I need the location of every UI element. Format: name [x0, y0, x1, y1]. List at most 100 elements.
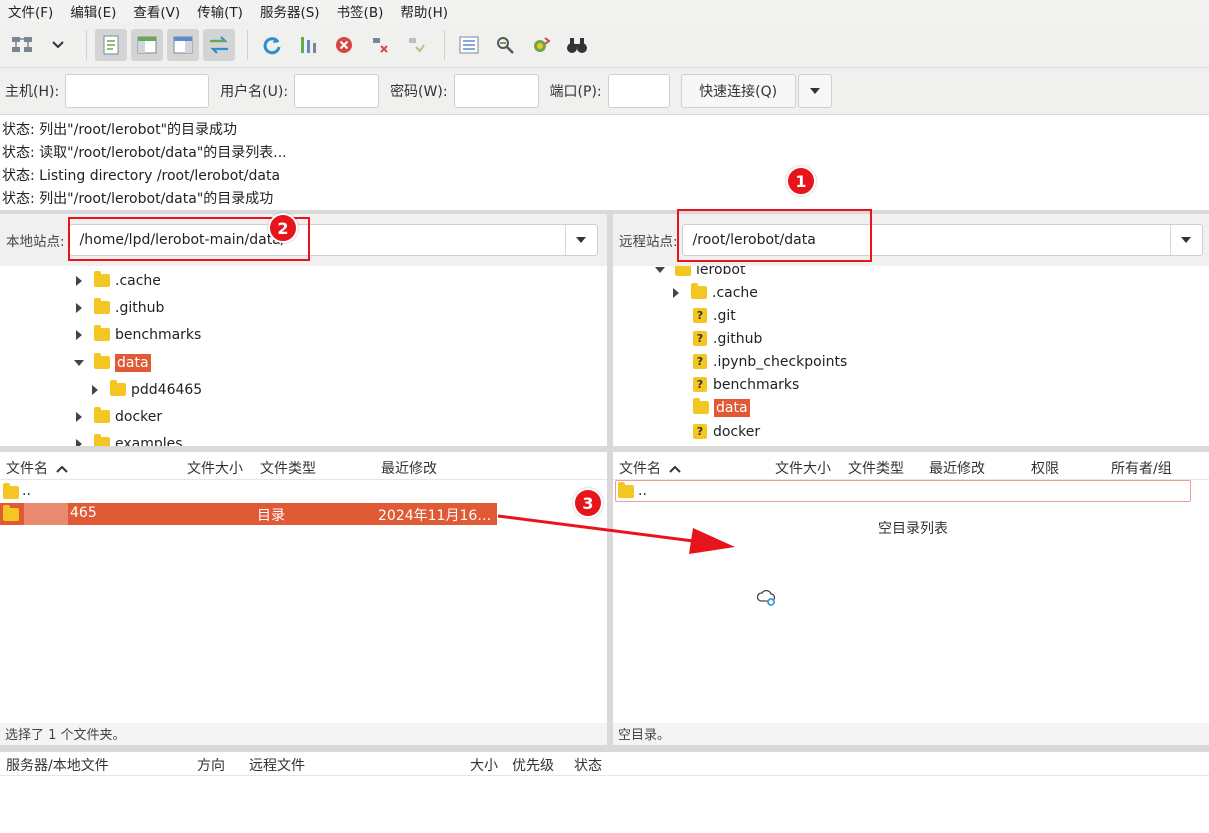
unknown-folder-icon: ? — [693, 354, 707, 369]
column-server-local-file[interactable]: 服务器/本地文件 — [6, 755, 109, 775]
remote-directory-tree[interactable]: lerobot .cache ? .git ? .github ? .ipynb… — [613, 266, 1209, 446]
port-label: 端口(P): — [549, 84, 602, 100]
remote-tree-item[interactable]: ? docker — [693, 420, 760, 443]
column-filename[interactable]: 文件名 — [6, 458, 69, 478]
expand-arrow-icon[interactable] — [72, 301, 86, 315]
column-size[interactable]: 大小 — [470, 755, 498, 775]
local-tree-item[interactable]: .github — [72, 296, 164, 319]
column-filesize[interactable]: 文件大小 — [187, 458, 243, 478]
local-tree-item[interactable]: benchmarks — [72, 323, 201, 346]
remote-tree-item[interactable]: ? .ipynb_checkpoints — [693, 350, 847, 373]
column-filetype[interactable]: 文件类型 — [848, 458, 904, 478]
directory-filter-button[interactable] — [453, 29, 485, 61]
local-path-dropdown[interactable] — [564, 225, 597, 255]
file-modified: 2024年11月16… — [378, 508, 492, 524]
column-permissions[interactable]: 权限 — [1031, 458, 1059, 478]
column-priority[interactable]: 优先级 — [512, 755, 554, 775]
expand-arrow-icon[interactable] — [88, 383, 102, 397]
remote-tree-item[interactable]: .cache — [669, 281, 758, 304]
menu-file[interactable]: 文件(F) — [0, 1, 62, 21]
compare-directories-button[interactable] — [489, 29, 521, 61]
expand-arrow-icon[interactable] — [72, 274, 86, 288]
remote-path-dropdown[interactable] — [1169, 225, 1202, 255]
column-status[interactable]: 状态 — [574, 755, 602, 775]
quickconnect-button[interactable]: 快速连接(Q) — [680, 74, 796, 108]
tree-item-label: .cache — [115, 272, 161, 289]
remote-tree-item[interactable]: ? benchmarks — [693, 373, 799, 396]
username-input[interactable] — [294, 74, 380, 108]
filter-icon — [459, 36, 479, 53]
menu-bookmarks[interactable]: 书签(B) — [329, 1, 393, 21]
menu-server[interactable]: 服务器(S) — [252, 1, 329, 21]
message-log[interactable]: 状态: 列出"/root/lerobot"的目录成功 状态: 读取"/root/… — [0, 114, 1209, 210]
toggle-log-button[interactable] — [95, 28, 127, 61]
unknown-folder-icon: ? — [693, 377, 707, 392]
toggle-local-tree-button[interactable] — [131, 28, 163, 61]
local-tree-item[interactable]: examples — [72, 432, 183, 446]
folder-icon — [618, 482, 634, 498]
menu-help[interactable]: 帮助(H) — [392, 1, 457, 21]
username-label: 用户名(U): — [220, 84, 289, 100]
expand-arrow-icon[interactable] — [72, 328, 86, 342]
annotation-highlight-remote-path — [677, 209, 872, 262]
file-name: .. — [22, 483, 31, 499]
unknown-folder-icon: ? — [693, 424, 707, 439]
site-manager-button[interactable] — [6, 29, 38, 61]
quickconnect-history-dropdown[interactable] — [797, 74, 832, 108]
column-filesize[interactable]: 文件大小 — [775, 458, 831, 478]
log-line: 状态: 列出"/root/lerobot"的目录成功 — [2, 122, 238, 138]
refresh-button[interactable] — [256, 29, 288, 61]
dropdown-arrow-icon — [576, 237, 587, 243]
column-remote-file[interactable]: 远程文件 — [249, 755, 305, 775]
search-files-button[interactable] — [561, 29, 593, 61]
column-modified[interactable]: 最近修改 — [381, 458, 437, 478]
toggle-remote-tree-button[interactable] — [167, 28, 199, 61]
host-input[interactable] — [65, 74, 210, 108]
local-tree-item[interactable]: .cache — [72, 269, 161, 292]
file-name: .. — [638, 483, 647, 499]
transfer-queue-list[interactable] — [0, 776, 1209, 833]
remote-tree-item[interactable]: lerobot — [653, 266, 745, 281]
expand-arrow-icon[interactable] — [72, 437, 86, 446]
column-owner-group[interactable]: 所有者/组 — [1111, 458, 1172, 478]
sync-browsing-button[interactable] — [525, 29, 557, 61]
collapse-arrow-icon[interactable] — [653, 266, 667, 277]
toggle-queue-button[interactable] — [203, 28, 235, 61]
process-queue-button[interactable] — [292, 29, 324, 61]
local-site-label: 本地站点: — [6, 234, 65, 250]
log-line: 状态: 读取"/root/lerobot/data"的目录列表... — [2, 145, 287, 161]
column-direction[interactable]: 方向 — [197, 755, 225, 775]
tree-item-label: benchmarks — [115, 326, 202, 343]
dropdown-arrow-icon — [809, 88, 820, 94]
local-tree-item[interactable]: docker — [72, 405, 162, 428]
reconnect-button[interactable] — [400, 29, 432, 61]
disconnect-button[interactable] — [364, 29, 396, 61]
menu-edit[interactable]: 编辑(E) — [62, 1, 125, 21]
local-status-bar: 选择了 1 个文件夹。 — [0, 723, 607, 745]
local-directory-tree[interactable]: .cache .github benchmarks data pdd46465 … — [0, 266, 607, 446]
local-tree-item[interactable]: pdd46465 — [88, 378, 202, 401]
port-input[interactable] — [607, 74, 670, 108]
menu-transfer[interactable]: 传输(T) — [189, 1, 252, 21]
list-item-parent[interactable]: .. — [615, 480, 1191, 502]
cancel-operation-button[interactable] — [328, 29, 360, 61]
menu-view[interactable]: 查看(V) — [125, 1, 189, 21]
remote-tree-item-selected[interactable]: data — [693, 396, 750, 419]
expand-arrow-icon[interactable] — [669, 286, 683, 300]
remote-tree-item[interactable]: ? .git — [693, 304, 736, 327]
chevron-down-icon — [52, 40, 64, 48]
column-filetype[interactable]: 文件类型 — [260, 458, 316, 478]
list-item-selected[interactable]: 465 目录 2024年11月16… — [0, 503, 497, 525]
column-modified[interactable]: 最近修改 — [929, 458, 985, 478]
local-tree-icon — [137, 36, 157, 53]
list-item-parent[interactable]: .. — [0, 481, 497, 503]
local-tree-item-selected[interactable]: data — [72, 351, 151, 374]
site-manager-dropdown[interactable] — [42, 29, 74, 61]
queue-splitter[interactable] — [0, 745, 1209, 752]
file-name: 465 — [70, 505, 97, 521]
password-input[interactable] — [453, 74, 539, 108]
column-filename[interactable]: 文件名 — [619, 458, 682, 478]
remote-tree-item[interactable]: ? .github — [693, 327, 762, 350]
collapse-arrow-icon[interactable] — [72, 356, 86, 370]
expand-arrow-icon[interactable] — [72, 410, 86, 424]
